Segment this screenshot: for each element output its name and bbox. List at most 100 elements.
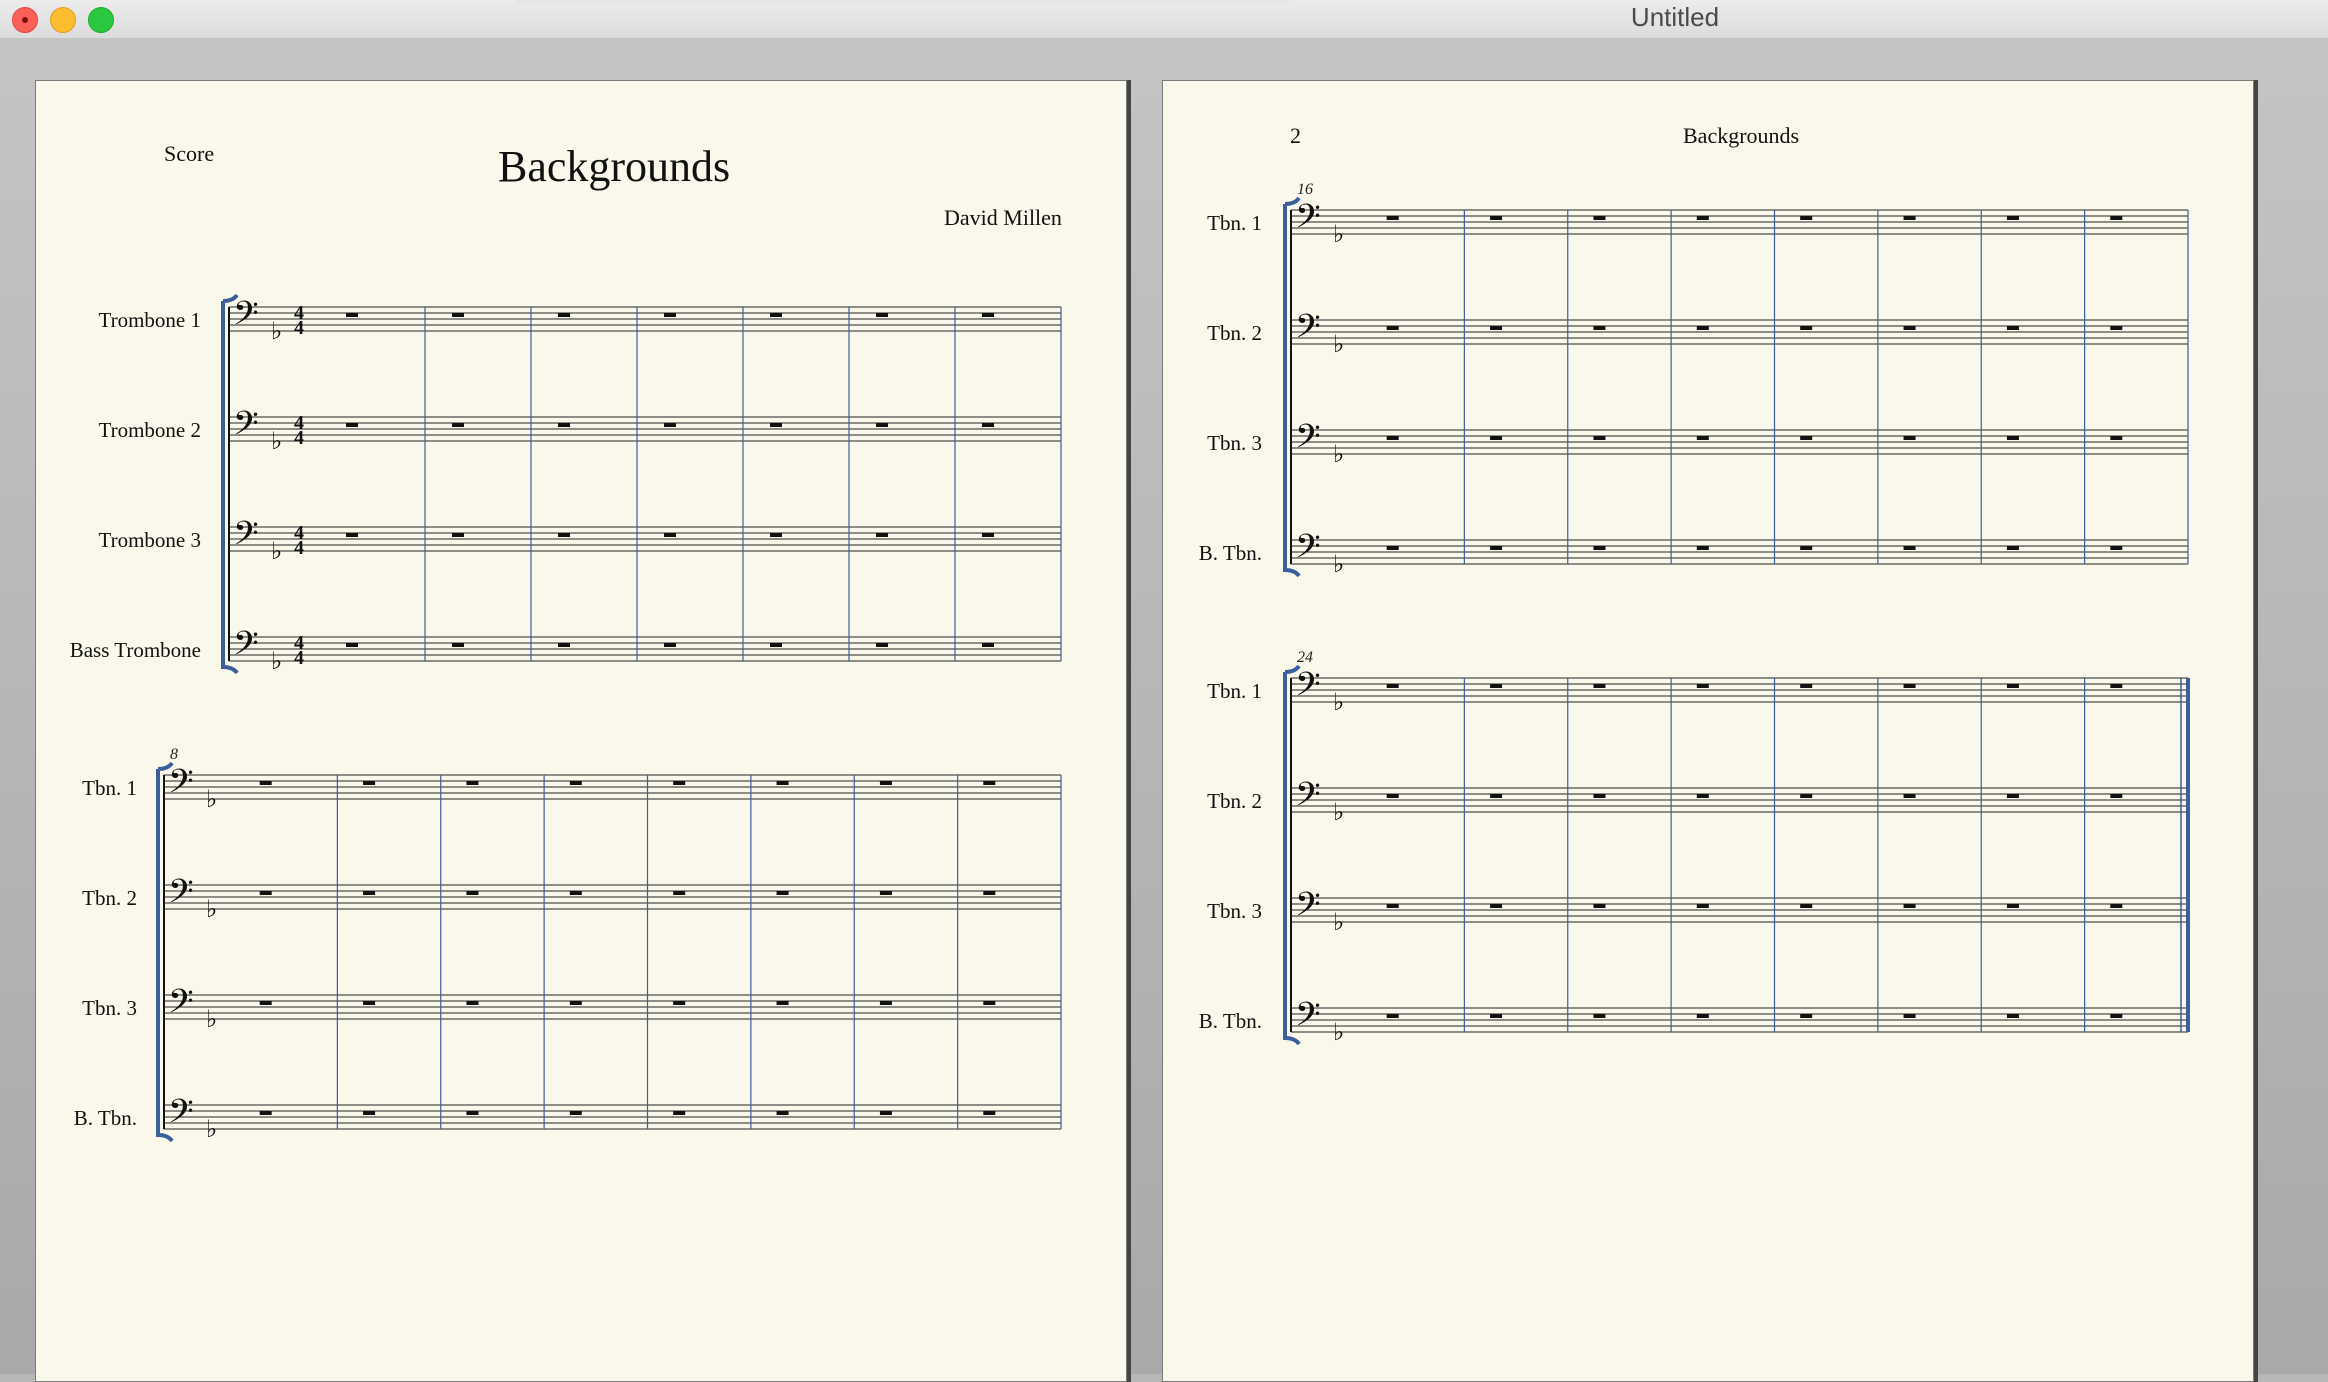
whole-rest-icon (1490, 794, 1503, 798)
whole-rest-icon (2006, 794, 2019, 798)
whole-rest-icon (2006, 904, 2019, 908)
whole-rest-icon (776, 1001, 789, 1005)
window-title: Untitled (1630, 2, 1720, 32)
whole-rest-icon (673, 891, 686, 895)
whole-rest-icon (363, 781, 376, 785)
whole-rest-icon (1593, 684, 1606, 688)
minimize-window-button[interactable] (50, 7, 76, 33)
whole-rest-icon (346, 533, 358, 537)
instrument-label: Tbn. 3 (1207, 431, 1262, 455)
bass-clef-icon: 𝄢 (168, 1093, 194, 1139)
whole-rest-icon (879, 1111, 892, 1115)
whole-rest-icon (1696, 684, 1709, 688)
flat-key-signature-icon: ♭ (1333, 688, 1344, 716)
whole-rest-icon (983, 891, 996, 895)
whole-rest-icon (2110, 904, 2123, 908)
whole-rest-icon (770, 313, 782, 317)
score-page-2[interactable]: 2 Backgrounds 16 Tbn. 1 𝄢 ♭ Tbn. 2 𝄢 ♭ Tbn. 3 𝄢 ♭… (1162, 80, 2254, 1382)
whole-rest-icon (770, 533, 782, 537)
whole-rest-icon (259, 1111, 272, 1115)
whole-rest-icon (1903, 794, 1916, 798)
whole-rest-icon (1386, 684, 1399, 688)
bass-clef-icon: 𝄢 (168, 763, 194, 809)
whole-rest-icon (879, 891, 892, 895)
whole-rest-icon (558, 533, 570, 537)
instrument-label: Tbn. 1 (82, 776, 137, 800)
whole-rest-icon (1593, 1014, 1606, 1018)
zoom-window-button[interactable] (88, 7, 114, 33)
whole-rest-icon (982, 313, 994, 317)
whole-rest-icon (1593, 326, 1606, 330)
flat-key-signature-icon: ♭ (206, 895, 217, 923)
whole-rest-icon (982, 533, 994, 537)
whole-rest-icon (1386, 546, 1399, 550)
instrument-label: Tbn. 1 (1207, 211, 1262, 235)
whole-rest-icon (2006, 1014, 2019, 1018)
score-page-1[interactable]: Score Backgrounds David Millen Trombone … (35, 80, 1127, 1382)
bass-clef-icon: 𝄢 (1295, 308, 1321, 354)
whole-rest-icon (2110, 546, 2123, 550)
flat-key-signature-icon: ♭ (1333, 908, 1344, 936)
whole-rest-icon (558, 313, 570, 317)
whole-rest-icon (363, 1001, 376, 1005)
whole-rest-icon (2110, 1014, 2123, 1018)
toolbar-tab-indicator (515, 0, 1290, 4)
bass-clef-icon: 𝄢 (1295, 996, 1321, 1042)
flat-key-signature-icon: ♭ (206, 1005, 217, 1033)
instrument-label: Tbn. 2 (82, 886, 137, 910)
whole-rest-icon (983, 781, 996, 785)
close-window-button[interactable] (12, 7, 38, 33)
whole-rest-icon (1903, 546, 1916, 550)
measure-number: 16 (1297, 181, 1313, 198)
whole-rest-icon (259, 891, 272, 895)
whole-rest-icon (1903, 436, 1916, 440)
whole-rest-icon (1696, 546, 1709, 550)
whole-rest-icon (2006, 216, 2019, 220)
measure-number: 8 (170, 746, 178, 763)
whole-rest-icon (363, 1111, 376, 1115)
whole-rest-icon (2006, 436, 2019, 440)
whole-rest-icon (452, 643, 464, 647)
whole-rest-icon (1386, 326, 1399, 330)
bass-clef-icon: 𝄢 (1295, 886, 1321, 932)
whole-rest-icon (452, 313, 464, 317)
bass-clef-icon: 𝄢 (233, 405, 259, 451)
flat-key-signature-icon: ♭ (1333, 1018, 1344, 1046)
whole-rest-icon (1696, 904, 1709, 908)
flat-key-signature-icon: ♭ (1333, 440, 1344, 468)
flat-key-signature-icon: ♭ (271, 537, 282, 565)
whole-rest-icon (1593, 794, 1606, 798)
whole-rest-icon (876, 643, 888, 647)
flat-key-signature-icon: ♭ (271, 427, 282, 455)
whole-rest-icon (1386, 794, 1399, 798)
whole-rest-icon (1800, 904, 1813, 908)
score-notation-page-2: 16 Tbn. 1 𝄢 ♭ Tbn. 2 𝄢 ♭ Tbn. 3 𝄢 ♭ B. Tbn. 𝄢 ♭ 24 Tbn… (1199, 181, 2190, 1046)
whole-rest-icon (569, 1001, 582, 1005)
whole-rest-icon (558, 643, 570, 647)
bass-clef-icon: 𝄢 (233, 515, 259, 561)
instrument-label: B. Tbn. (74, 1106, 137, 1130)
whole-rest-icon (259, 1001, 272, 1005)
bass-clef-icon: 𝄢 (1295, 666, 1321, 712)
whole-rest-icon (664, 643, 676, 647)
time-signature-bottom: 4 (294, 647, 304, 669)
whole-rest-icon (2110, 684, 2123, 688)
whole-rest-icon (466, 1001, 479, 1005)
whole-rest-icon (2110, 436, 2123, 440)
instrument-label: Tbn. 1 (1207, 679, 1262, 703)
whole-rest-icon (876, 313, 888, 317)
whole-rest-icon (2110, 794, 2123, 798)
whole-rest-icon (466, 1111, 479, 1115)
window-titlebar[interactable]: Untitled (0, 0, 2328, 39)
whole-rest-icon (569, 891, 582, 895)
whole-rest-icon (664, 313, 676, 317)
whole-rest-icon (1800, 216, 1813, 220)
whole-rest-icon (346, 423, 358, 427)
whole-rest-icon (1800, 326, 1813, 330)
flat-key-signature-icon: ♭ (206, 1115, 217, 1143)
whole-rest-icon (1696, 216, 1709, 220)
flat-key-signature-icon: ♭ (1333, 330, 1344, 358)
whole-rest-icon (1593, 436, 1606, 440)
whole-rest-icon (673, 1001, 686, 1005)
whole-rest-icon (1696, 794, 1709, 798)
